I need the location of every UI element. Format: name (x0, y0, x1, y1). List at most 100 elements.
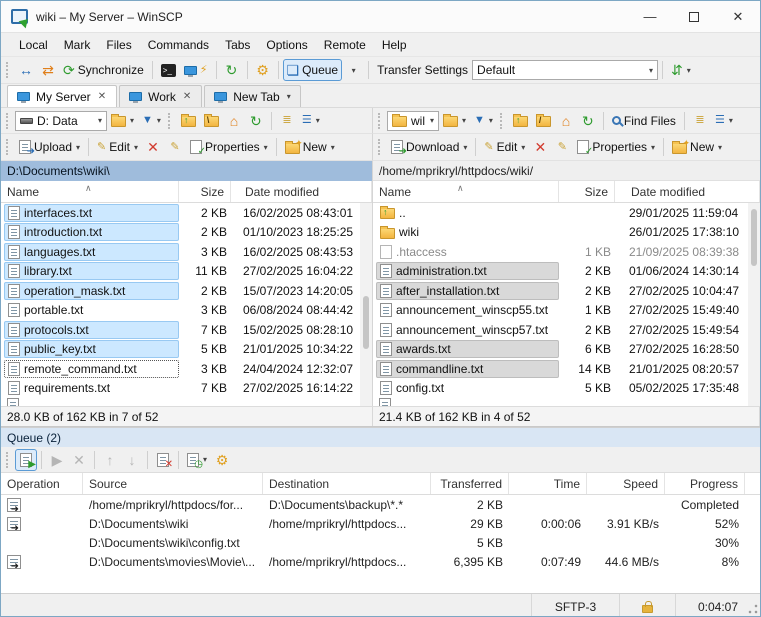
preferences-button[interactable]: ⚙ (252, 59, 274, 81)
queue-enable-processing-button[interactable]: ▶ (15, 449, 37, 471)
scrollbar-thumb[interactable] (363, 296, 369, 349)
statusbar-security-cell[interactable] (620, 594, 676, 617)
local-filter-button[interactable]: ▼▾ (138, 110, 165, 132)
menu-item-mark[interactable]: Mark (56, 35, 99, 55)
menu-item-options[interactable]: Options (258, 35, 315, 55)
column-header-name[interactable]: Name (373, 181, 559, 202)
local-path-bar[interactable]: D:\Documents\wiki\ (1, 161, 372, 181)
file-row[interactable]: protocols.txt 7 KB 15/02/2025 08:28:10 (1, 320, 372, 340)
column-header-date-modified[interactable]: Date modified (625, 181, 760, 202)
column-header-source[interactable]: Source (83, 473, 263, 494)
menu-item-commands[interactable]: Commands (140, 35, 217, 55)
local-delete-button[interactable]: ✕ (142, 136, 164, 158)
file-row[interactable]: library.txt 11 KB 27/02/2025 16:04:22 (1, 262, 372, 282)
scrollbar-thumb[interactable] (751, 209, 757, 266)
local-edit-button[interactable]: ✎Edit▾ (93, 136, 142, 158)
download-button[interactable]: ➜Download▾ (387, 136, 471, 158)
remote-directory-combobox[interactable]: wil ▾ (387, 111, 439, 131)
file-row[interactable]: announcement_winscp57.txt 2 KB 27/02/202… (373, 320, 760, 340)
close-tab-icon[interactable]: ✕ (97, 91, 107, 102)
file-row[interactable]: announcement_winscp55.txt 1 KB 27/02/202… (373, 301, 760, 321)
local-open-directory-button[interactable]: ▾ (107, 110, 138, 132)
remote-filter-button[interactable]: ▼▾ (470, 110, 497, 132)
remote-open-directory-button[interactable]: ▾ (439, 110, 470, 132)
transfer-options-button[interactable]: ⇵▾ (667, 59, 695, 81)
remote-delete-button[interactable]: ✕ (529, 136, 551, 158)
column-header-speed[interactable]: Speed (587, 473, 665, 494)
local-directory-tree-button[interactable]: ≣ (276, 110, 298, 132)
local-refresh-button[interactable]: ↻ (245, 110, 267, 132)
file-row[interactable]: requirements.txt 7 KB 27/02/2025 16:14:2… (1, 379, 372, 399)
menu-item-files[interactable]: Files (98, 35, 139, 55)
synchronize-button[interactable]: ⟳Synchronize (59, 59, 148, 81)
file-row[interactable]: .htaccess 1 KB 21/09/2025 08:39:38 (373, 242, 760, 262)
file-row[interactable]: remote_command.txt 3 KB 24/04/2024 12:32… (1, 359, 372, 379)
local-properties-button[interactable]: ✓Properties▾ (186, 136, 272, 158)
file-row[interactable]: ↑ .. 29/01/2025 11:59:04 (373, 203, 760, 223)
file-row[interactable]: awards.txt 6 KB 27/02/2025 16:28:50 (373, 340, 760, 360)
queue-idle-action-button[interactable]: ◷▾ (183, 449, 211, 471)
tab-work[interactable]: Work ✕ (119, 85, 202, 107)
synchronize-browsing-button[interactable]: ⇄ (37, 59, 59, 81)
queue-row[interactable]: ➜ D:\Documents\movies\Movie\... /home/mp… (1, 552, 760, 571)
remote-view-style-button[interactable]: ☰▾ (711, 110, 737, 132)
file-row[interactable]: wiki 26/01/2025 17:38:10 (373, 223, 760, 243)
local-vertical-scrollbar[interactable] (360, 203, 372, 406)
remote-home-directory-button[interactable]: ⌂ (555, 110, 577, 132)
queue-title[interactable]: Queue (2) (1, 428, 760, 447)
file-row[interactable]: administration.txt 2 KB 01/06/2024 14:30… (373, 262, 760, 282)
file-row[interactable]: interfaces.txt 2 KB 16/02/2025 08:43:01 (1, 203, 372, 223)
queue-dropdown-button[interactable]: ▾ (342, 59, 364, 81)
menu-item-help[interactable]: Help (374, 35, 415, 55)
file-row[interactable]: operation_mask.txt 2 KB 15/07/2023 14:20… (1, 281, 372, 301)
queue-delete-all-button[interactable]: ✕ (152, 449, 174, 471)
local-root-directory-button[interactable]: \ (200, 110, 223, 132)
column-header-time[interactable]: Time (509, 473, 587, 494)
column-header-size[interactable]: Size (559, 181, 615, 202)
remote-vertical-scrollbar[interactable] (748, 203, 760, 406)
column-header-size[interactable]: Size (179, 181, 231, 202)
file-row[interactable]: languages.txt 3 KB 16/02/2025 08:43:53 (1, 242, 372, 262)
remote-parent-directory-button[interactable]: ↑ (509, 110, 532, 132)
refresh-button[interactable]: ↻ (221, 59, 243, 81)
remote-properties-button[interactable]: ✓Properties▾ (573, 136, 659, 158)
file-row[interactable]: after_installation.txt 2 KB 27/02/2025 1… (373, 281, 760, 301)
remote-root-directory-button[interactable]: / (532, 110, 555, 132)
queue-cancel-button[interactable]: ✕ (68, 449, 90, 471)
upload-button[interactable]: ➜Upload▾ (15, 136, 84, 158)
remote-path-bar[interactable]: /home/mprikryl/httpdocs/wiki/ (373, 161, 760, 181)
open-terminal-button[interactable]: >_ (157, 59, 180, 81)
remote-rename-button[interactable]: ✎ (551, 136, 573, 158)
resize-panes-button[interactable]: ↔ (15, 59, 37, 81)
remote-new-button[interactable]: ✦New▾ (668, 136, 726, 158)
statusbar-protocol[interactable]: SFTP-3 (532, 594, 620, 617)
queue-row[interactable]: ➜ D:\Documents\wiki /home/mprikryl/httpd… (1, 514, 760, 533)
queue-preferences-button[interactable]: ⚙ (211, 449, 233, 471)
remote-refresh-button[interactable]: ↻ (577, 110, 599, 132)
resize-grip[interactable] (748, 604, 758, 614)
local-rename-button[interactable]: ✎ (164, 136, 186, 158)
toggle-queue-button[interactable]: ❏Queue (283, 59, 343, 81)
file-row[interactable]: config.txt 5 KB 05/02/2025 17:35:48 (373, 379, 760, 399)
close-tab-icon[interactable]: ✕ (182, 91, 192, 102)
close-button[interactable]: ✕ (716, 1, 760, 32)
local-new-button[interactable]: ✦New▾ (281, 136, 339, 158)
local-drive-combobox[interactable]: D: Data ▾ (15, 111, 107, 131)
column-header-date-modified[interactable]: Date modified (239, 181, 372, 202)
local-parent-directory-button[interactable]: ↑ (177, 110, 200, 132)
minimize-button[interactable]: — (628, 1, 672, 32)
queue-row[interactable]: ➜ /home/mprikryl/httpdocs/for... D:\Docu… (1, 495, 760, 514)
transfer-settings-combobox[interactable]: Default ▾ (472, 60, 658, 80)
remote-edit-button[interactable]: ✎Edit▾ (480, 136, 529, 158)
open-in-putty-button[interactable]: ⚡ (180, 59, 212, 81)
local-home-directory-button[interactable]: ⌂ (223, 110, 245, 132)
queue-move-up-button[interactable]: ↑ (99, 449, 121, 471)
queue-move-down-button[interactable]: ↓ (121, 449, 143, 471)
file-row[interactable]: portable.txt 3 KB 06/08/2024 08:44:42 (1, 301, 372, 321)
menu-item-remote[interactable]: Remote (316, 35, 374, 55)
menu-item-local[interactable]: Local (11, 35, 56, 55)
file-row[interactable]: public_key.txt 5 KB 21/01/2025 10:34:22 (1, 340, 372, 360)
column-header-operation[interactable]: Operation (1, 473, 83, 494)
column-header-destination[interactable]: Destination (263, 473, 431, 494)
queue-resume-button[interactable]: ▶ (46, 449, 68, 471)
